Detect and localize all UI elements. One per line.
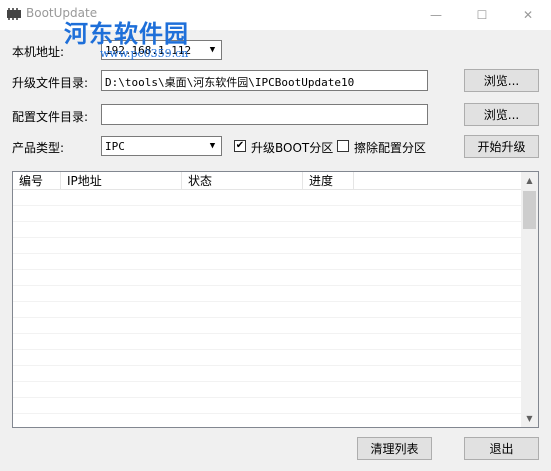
product-type-select[interactable]: IPC ▼ — [101, 136, 222, 156]
list-header: 编号 IP地址 状态 进度 — [13, 172, 521, 190]
upgrade-boot-label: 升级BOOT分区 — [251, 141, 334, 155]
watermark-url: www.pc0359.cn — [100, 47, 189, 60]
minimize-icon: — — [430, 8, 442, 22]
close-icon: ✕ — [522, 8, 534, 22]
column-header-status[interactable]: 状态 — [182, 172, 303, 190]
maximize-icon: ☐ — [476, 8, 488, 22]
device-list[interactable]: 编号 IP地址 状态 进度 ▲ ▼ — [12, 171, 539, 428]
start-upgrade-button[interactable]: 开始升级 — [464, 135, 539, 158]
product-type-label: 产品类型: — [12, 141, 65, 155]
app-icon — [6, 7, 22, 21]
column-header-ip[interactable]: IP地址 — [61, 172, 182, 190]
erase-config-checkbox[interactable] — [337, 140, 349, 152]
erase-config-label: 擦除配置分区 — [354, 141, 427, 155]
watermark-logo: 河东软件园 — [64, 20, 189, 48]
config-dir-input[interactable] — [101, 104, 428, 125]
scroll-down-icon[interactable]: ▼ — [521, 410, 538, 427]
upgrade-dir-label: 升级文件目录: — [12, 76, 89, 90]
exit-button[interactable]: 退出 — [464, 437, 539, 460]
scroll-thumb[interactable] — [523, 191, 536, 229]
chevron-down-icon: ▼ — [205, 138, 220, 154]
upgrade-dir-input[interactable]: D:\tools\桌面\河东软件园\IPCBootUpdate10 — [101, 70, 428, 91]
local-address-label: 本机地址: — [12, 45, 65, 59]
maximize-button[interactable]: ☐ — [459, 0, 505, 30]
upgrade-boot-checkbox[interactable]: ✔ — [234, 140, 246, 152]
config-dir-label: 配置文件目录: — [12, 110, 89, 124]
checkmark-icon: ✔ — [235, 140, 245, 151]
vertical-scrollbar[interactable]: ▲ ▼ — [521, 172, 538, 427]
scroll-up-icon[interactable]: ▲ — [521, 172, 538, 189]
chevron-down-icon: ▼ — [205, 42, 220, 58]
column-header-id[interactable]: 编号 — [13, 172, 61, 190]
clear-list-button[interactable]: 清理列表 — [357, 437, 432, 460]
browse-upgrade-button[interactable]: 浏览... — [464, 69, 539, 92]
browse-config-button[interactable]: 浏览... — [464, 103, 539, 126]
product-type-value: IPC — [105, 140, 125, 153]
minimize-button[interactable]: — — [413, 0, 459, 30]
close-button[interactable]: ✕ — [505, 0, 551, 30]
list-rows — [13, 190, 521, 427]
column-header-progress[interactable]: 进度 — [303, 172, 354, 190]
